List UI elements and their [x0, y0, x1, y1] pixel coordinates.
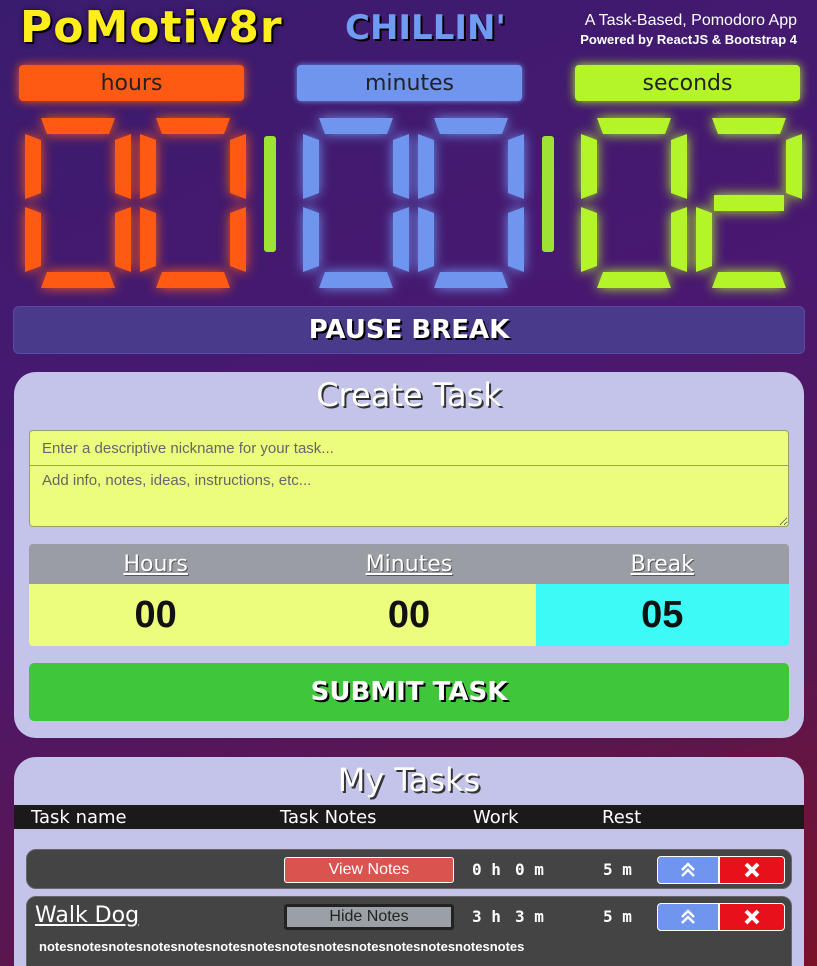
seconds-label: seconds [575, 65, 800, 101]
digit-segment-b [230, 134, 246, 199]
digit-segment-c [393, 207, 409, 272]
minutes-label: minutes [297, 65, 522, 101]
digit-segment-a [712, 118, 786, 134]
digit-segment-e [581, 207, 597, 272]
digit-segment-f [140, 134, 156, 199]
digit-segment-f [303, 134, 319, 199]
minutes-digit-tens [303, 118, 409, 288]
colon-separator-2 [542, 136, 554, 252]
digit-segment-a [597, 118, 671, 134]
time-settings: Hours Minutes Break 00 00 05 [29, 544, 789, 646]
submit-task-button[interactable]: SUBMIT TASK [29, 663, 789, 721]
digit-segment-b [786, 134, 802, 199]
digit-segment-a [156, 118, 230, 134]
time-settings-header: Hours Minutes Break [29, 544, 789, 584]
work-hours: 0 h [472, 860, 501, 879]
digit-segment-a [434, 118, 508, 134]
move-up-button[interactable] [657, 856, 719, 884]
double-chevron-up-icon [681, 909, 695, 924]
digit-segment-d [156, 272, 230, 288]
digit-segment-b [115, 134, 131, 199]
work-hours: 3 h [472, 907, 501, 926]
move-up-button[interactable] [657, 903, 719, 931]
minutes-value-field[interactable]: 00 [282, 584, 536, 646]
digit-segment-c [671, 207, 687, 272]
status-text: CHILLIN' [345, 8, 506, 48]
digit-segment-f [581, 134, 597, 199]
task-notes-input[interactable] [29, 465, 789, 527]
minutes-header-link[interactable]: Minutes [282, 544, 535, 584]
digit-segment-e [25, 207, 41, 272]
digit-segment-b [393, 134, 409, 199]
digit-segment-c [508, 207, 524, 272]
timer-display [0, 118, 817, 298]
digit-segment-f [418, 134, 434, 199]
double-chevron-up-icon [681, 862, 695, 877]
digit-segment-d [597, 272, 671, 288]
pause-break-button[interactable]: PAUSE BREAK [13, 306, 805, 354]
column-task-notes: Task Notes [280, 806, 377, 828]
tagline-line-1: A Task-Based, Pomodoro App [584, 12, 797, 29]
column-rest: Rest [602, 806, 642, 828]
app-title: PoMotiv8r [20, 2, 283, 53]
digit-segment-b [508, 134, 524, 199]
hours-label: hours [19, 65, 244, 101]
digit-segment-d [434, 272, 508, 288]
hours-digit-ones [140, 118, 246, 288]
work-minutes: 3 m [515, 907, 544, 926]
view-notes-button[interactable]: View Notes [284, 857, 454, 883]
column-task-name: Task name [31, 806, 127, 828]
rest-time: 5 m [603, 907, 632, 926]
hours-digit-tens [25, 118, 131, 288]
tagline: A Task-Based, Pomodoro App Powered by Re… [580, 12, 797, 47]
seconds-digit-tens [581, 118, 687, 288]
hours-value-field[interactable]: 00 [29, 584, 283, 646]
create-task-title: Create Task [316, 376, 502, 414]
digit-segment-a [41, 118, 115, 134]
break-value-field[interactable]: 05 [535, 584, 789, 646]
close-x-icon [744, 862, 760, 878]
digit-segment-g [714, 195, 784, 211]
work-minutes: 0 m [515, 860, 544, 879]
rest-time: 5 m [603, 860, 632, 879]
task-notes-text: notesnotesnotesnotesnotesnotesnotesnotes… [39, 939, 525, 954]
close-x-icon [744, 909, 760, 925]
minutes-digit-ones [418, 118, 524, 288]
task-row: View Notes 0 h 0 m 5 m [26, 849, 792, 889]
tasks-table-header: Task name Task Notes Work Rest [14, 805, 804, 829]
digit-segment-e [696, 207, 712, 272]
digit-segment-d [712, 272, 786, 288]
time-settings-values: 00 00 05 [29, 584, 789, 646]
colon-separator-1 [264, 136, 276, 252]
digit-segment-f [25, 134, 41, 199]
digit-segment-e [140, 207, 156, 272]
my-tasks-card: My Tasks Task name Task Notes Work Rest … [14, 757, 804, 966]
digit-segment-c [115, 207, 131, 272]
tagline-line-2: Powered by ReactJS & Bootstrap 4 [580, 32, 797, 47]
my-tasks-title: My Tasks [337, 761, 481, 799]
column-work: Work [473, 806, 519, 828]
digit-segment-d [319, 272, 393, 288]
delete-task-button[interactable] [719, 903, 785, 931]
digit-segment-c [230, 207, 246, 272]
hours-header-link[interactable]: Hours [29, 544, 282, 584]
seconds-digit-ones [696, 118, 802, 288]
digit-segment-d [41, 272, 115, 288]
digit-segment-b [671, 134, 687, 199]
digit-segment-e [418, 207, 434, 272]
task-name-input[interactable] [29, 430, 789, 466]
task-name-link[interactable]: Walk Dog [35, 903, 139, 928]
task-row: Walk Dog Hide Notes 3 h 3 m 5 m notesnot… [26, 896, 792, 966]
break-header-link[interactable]: Break [536, 544, 789, 584]
create-task-card: Create Task Hours Minutes Break 00 00 05… [14, 372, 804, 738]
delete-task-button[interactable] [719, 856, 785, 884]
digit-segment-a [319, 118, 393, 134]
digit-segment-e [303, 207, 319, 272]
hide-notes-button[interactable]: Hide Notes [284, 904, 454, 930]
